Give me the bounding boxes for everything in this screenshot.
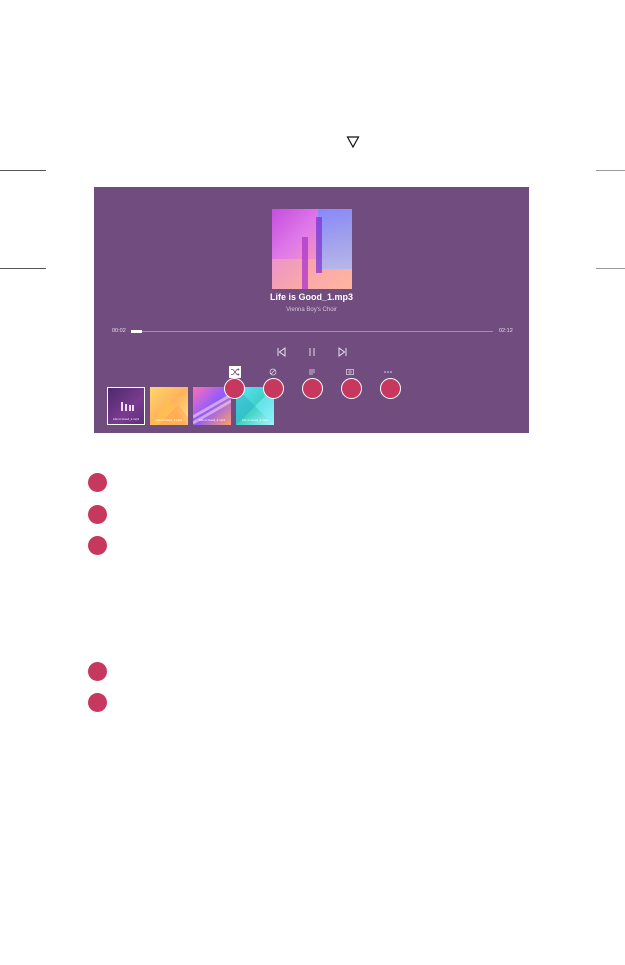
page-edge-line-top [596,170,625,171]
down-triangle-icon [346,135,360,149]
shuffle-icon [231,368,240,376]
total-time: 02:12 [499,328,513,334]
elapsed-time: 00:02 [112,328,126,334]
legend-marker [88,536,107,555]
song-title: Life is Good_1.mp3 [269,292,354,302]
shuffle-button[interactable] [229,366,241,378]
progress-bar[interactable] [131,330,493,333]
legend-marker [88,693,107,712]
playlist-item-caption: Life is Good_1.mp3 [112,417,139,421]
lyrics-icon [309,369,315,375]
callout-bubble [263,378,284,399]
lyrics-button[interactable] [307,367,317,377]
callout-bubble [224,378,245,399]
playlist-item[interactable]: Life is Good_2.mp3 [150,387,188,425]
screen-off-icon [346,369,354,375]
previous-button[interactable] [274,345,288,359]
page-margin-line-top [0,170,46,171]
page-margin-line-bottom [0,268,46,269]
music-player-screen: Life is Good_1.mp3 Vienna Boy's Choir 00… [94,187,529,433]
legend-marker [88,473,107,492]
artist-name: Vienna Boy's Choir [286,307,337,313]
next-icon [338,347,347,357]
repeat-icon [269,368,277,376]
callout-bubble [380,378,401,399]
pause-button[interactable] [305,345,319,359]
repeat-button[interactable] [268,367,278,377]
playlist-item-caption: Life is Good_4.mp3 [241,418,268,422]
legend-marker [88,662,107,681]
callout-bubble [341,378,362,399]
next-button[interactable] [336,345,350,359]
page-edge-line-bottom [596,268,625,269]
progress-fill [131,330,142,333]
legend-marker [88,505,107,524]
previous-icon [277,347,286,357]
callout-bubble [302,378,323,399]
album-cover [272,209,352,289]
screen-off-button[interactable] [345,367,355,377]
more-button[interactable] [383,367,393,377]
playlist-item-caption: Life is Good_3.mp3 [198,418,225,422]
more-icon [384,371,392,373]
pause-icon [309,348,315,356]
playlist-item[interactable]: Life is Good_1.mp3 [107,387,145,425]
playlist-item-caption: Life is Good_2.mp3 [155,418,182,422]
